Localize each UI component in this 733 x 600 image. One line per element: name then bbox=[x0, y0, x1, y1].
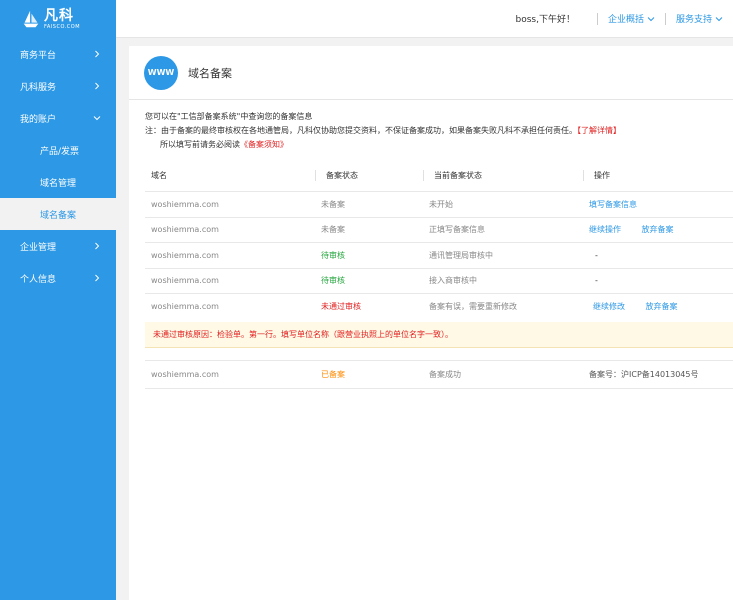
rejection-reason: 未通过审核原因：检验单。第一行。填写单位名称（跟营业执照上的单位名字一致）。 bbox=[145, 321, 733, 348]
sidebar-item-label: 域名备案 bbox=[40, 210, 77, 221]
chevron-down-icon bbox=[647, 16, 655, 21]
divider bbox=[596, 12, 598, 25]
sidebar-item-domain-manage[interactable]: 域名管理 bbox=[0, 166, 116, 198]
fill-info-link[interactable]: 填写备案信息 bbox=[589, 200, 637, 209]
page-title: 域名备案 bbox=[188, 66, 232, 80]
enterprise-overview-menu[interactable]: 企业概括 bbox=[608, 12, 655, 25]
actions-cell: - bbox=[595, 276, 598, 286]
header-actions: 操作 bbox=[583, 170, 733, 181]
table-row: woshiemma.com 待审核 接入商审核中 - bbox=[145, 269, 733, 294]
current-status-cell: 接入商审核中 bbox=[429, 276, 477, 286]
learn-more-link[interactable]: 【了解详情】 bbox=[577, 126, 621, 135]
sidebar-item-business[interactable]: 商务平台 bbox=[0, 38, 116, 70]
chevron-right-icon bbox=[95, 82, 100, 90]
notice: 您可以在"工信部备案系统"中查询您的备案信息 注：由于备案的最终审核权在各地通管… bbox=[129, 100, 733, 152]
sidebar-nav: 商务平台 凡科服务 我的账户 产品/发票 域名管理 域名备案 企业管理 个人信息 bbox=[0, 38, 116, 294]
panel-header: WWW 域名备案 bbox=[129, 46, 733, 100]
logo-domain: FAISCO.COM bbox=[44, 23, 81, 30]
main-panel: WWW 域名备案 您可以在"工信部备案系统"中查询您的备案信息 注：由于备案的最… bbox=[129, 46, 733, 600]
sidebar-item-label: 个人信息 bbox=[20, 274, 57, 285]
status-cell: 待审核 bbox=[321, 250, 345, 260]
divider bbox=[145, 348, 733, 361]
notice-line-2: 注：由于备案的最终审核权在各地通管局，凡科仅协助您提交资料，不保证备案成功，如果… bbox=[145, 124, 733, 138]
domain-cell: woshiemma.com bbox=[151, 369, 219, 379]
actions-cell: 填写备案信息 bbox=[583, 199, 733, 210]
chevron-right-icon bbox=[95, 50, 100, 58]
status-cell: 未备案 bbox=[321, 225, 345, 235]
actions-cell: 继续修改 放弃备案 bbox=[583, 301, 733, 312]
header-current-status: 当前备案状态 bbox=[423, 170, 583, 181]
status-cell: 未通过审核 bbox=[321, 302, 361, 312]
topbar: boss,下午好！ 企业概括 服务支持 bbox=[116, 0, 733, 38]
status-cell: 已备案 bbox=[321, 369, 345, 379]
sidebar-item-label: 商务平台 bbox=[20, 50, 57, 61]
table-row: woshiemma.com 未备案 未开始 填写备案信息 bbox=[145, 192, 733, 218]
filing-notice-link[interactable]: 《备案须知》 bbox=[240, 140, 288, 149]
table-row: woshiemma.com 未通过审核 备案有误，需要重新修改 继续修改 放弃备… bbox=[145, 294, 733, 320]
divider bbox=[664, 12, 666, 25]
current-status-cell: 通讯管理局审核中 bbox=[429, 250, 493, 260]
domain-cell: woshiemma.com bbox=[151, 250, 219, 260]
status-cell: 待审核 bbox=[321, 276, 345, 286]
abandon-link[interactable]: 放弃备案 bbox=[646, 302, 678, 311]
status-cell: 未备案 bbox=[321, 199, 345, 209]
sidebar-item-products[interactable]: 产品/发票 bbox=[0, 134, 116, 166]
service-support-menu[interactable]: 服务支持 bbox=[676, 12, 723, 25]
notice-read-prompt: 所以填写前请务必阅读 bbox=[160, 140, 240, 149]
sidebar-item-domain-filing[interactable]: 域名备案 bbox=[0, 198, 116, 230]
sidebar-item-label: 凡科服务 bbox=[20, 82, 57, 93]
domain-cell: woshiemma.com bbox=[151, 225, 219, 235]
current-status-cell: 备案有误，需要重新修改 bbox=[429, 302, 517, 312]
sidebar-item-label: 我的账户 bbox=[20, 114, 57, 125]
service-support-label: 服务支持 bbox=[675, 15, 712, 25]
chevron-down-icon bbox=[715, 16, 723, 21]
actions-cell: - bbox=[595, 250, 598, 260]
sidebar-item-account[interactable]: 我的账户 bbox=[0, 102, 116, 134]
table-row: woshiemma.com 待审核 通讯管理局审核中 - bbox=[145, 243, 733, 269]
table-row: woshiemma.com 已备案 备案成功 备案号：沪ICP备14013045… bbox=[145, 361, 733, 389]
sidebar-item-personal[interactable]: 个人信息 bbox=[0, 262, 116, 294]
notice-disclaimer: 注：由于备案的最终审核权在各地通管局，凡科仅协助您提交资料，不保证备案成功，如果… bbox=[145, 126, 577, 135]
chevron-down-icon bbox=[93, 116, 101, 121]
current-status-cell: 未开始 bbox=[429, 199, 453, 209]
domain-cell: woshiemma.com bbox=[151, 199, 219, 209]
sidebar-item-label: 域名管理 bbox=[40, 178, 77, 189]
header-status: 备案状态 bbox=[315, 170, 423, 181]
domain-cell: woshiemma.com bbox=[151, 276, 219, 286]
continue-link[interactable]: 继续操作 bbox=[589, 225, 621, 234]
www-icon: WWW bbox=[144, 55, 178, 90]
notice-line-3: 所以填写前请务必阅读《备案须知》 bbox=[145, 138, 733, 152]
table-header: 域名 备案状态 当前备案状态 操作 bbox=[145, 160, 733, 192]
filing-number: 备案号：沪ICP备14013045号 bbox=[589, 369, 699, 379]
actions-cell: 继续操作 放弃备案 bbox=[583, 224, 733, 235]
enterprise-overview-label: 企业概括 bbox=[607, 15, 644, 25]
chevron-right-icon bbox=[95, 274, 100, 282]
sidebar: 凡科 FAISCO.COM 商务平台 凡科服务 我的账户 产品/发票 域名管理 … bbox=[0, 0, 116, 600]
sidebar-item-services[interactable]: 凡科服务 bbox=[0, 70, 116, 102]
sidebar-item-label: 产品/发票 bbox=[40, 146, 80, 157]
greeting: boss,下午好！ bbox=[515, 15, 575, 25]
table-row: woshiemma.com 未备案 正填写备案信息 继续操作 放弃备案 bbox=[145, 218, 733, 243]
current-status-cell: 备案成功 bbox=[429, 369, 461, 379]
header-domain: 域名 bbox=[151, 171, 167, 180]
chevron-right-icon bbox=[95, 242, 100, 250]
notice-line-1: 您可以在"工信部备案系统"中查询您的备案信息 bbox=[145, 112, 313, 121]
abandon-link[interactable]: 放弃备案 bbox=[642, 225, 674, 234]
logo[interactable]: 凡科 FAISCO.COM bbox=[0, 0, 116, 38]
ship-logo-icon bbox=[23, 10, 39, 28]
continue-edit-link[interactable]: 继续修改 bbox=[593, 302, 625, 311]
filing-table: 域名 备案状态 当前备案状态 操作 woshiemma.com 未备案 未开始 … bbox=[145, 160, 733, 389]
sidebar-item-enterprise[interactable]: 企业管理 bbox=[0, 230, 116, 262]
domain-cell: woshiemma.com bbox=[151, 302, 219, 312]
logo-name: 凡科 bbox=[44, 7, 74, 24]
current-status-cell: 正填写备案信息 bbox=[429, 225, 485, 235]
sidebar-item-label: 企业管理 bbox=[20, 242, 57, 253]
